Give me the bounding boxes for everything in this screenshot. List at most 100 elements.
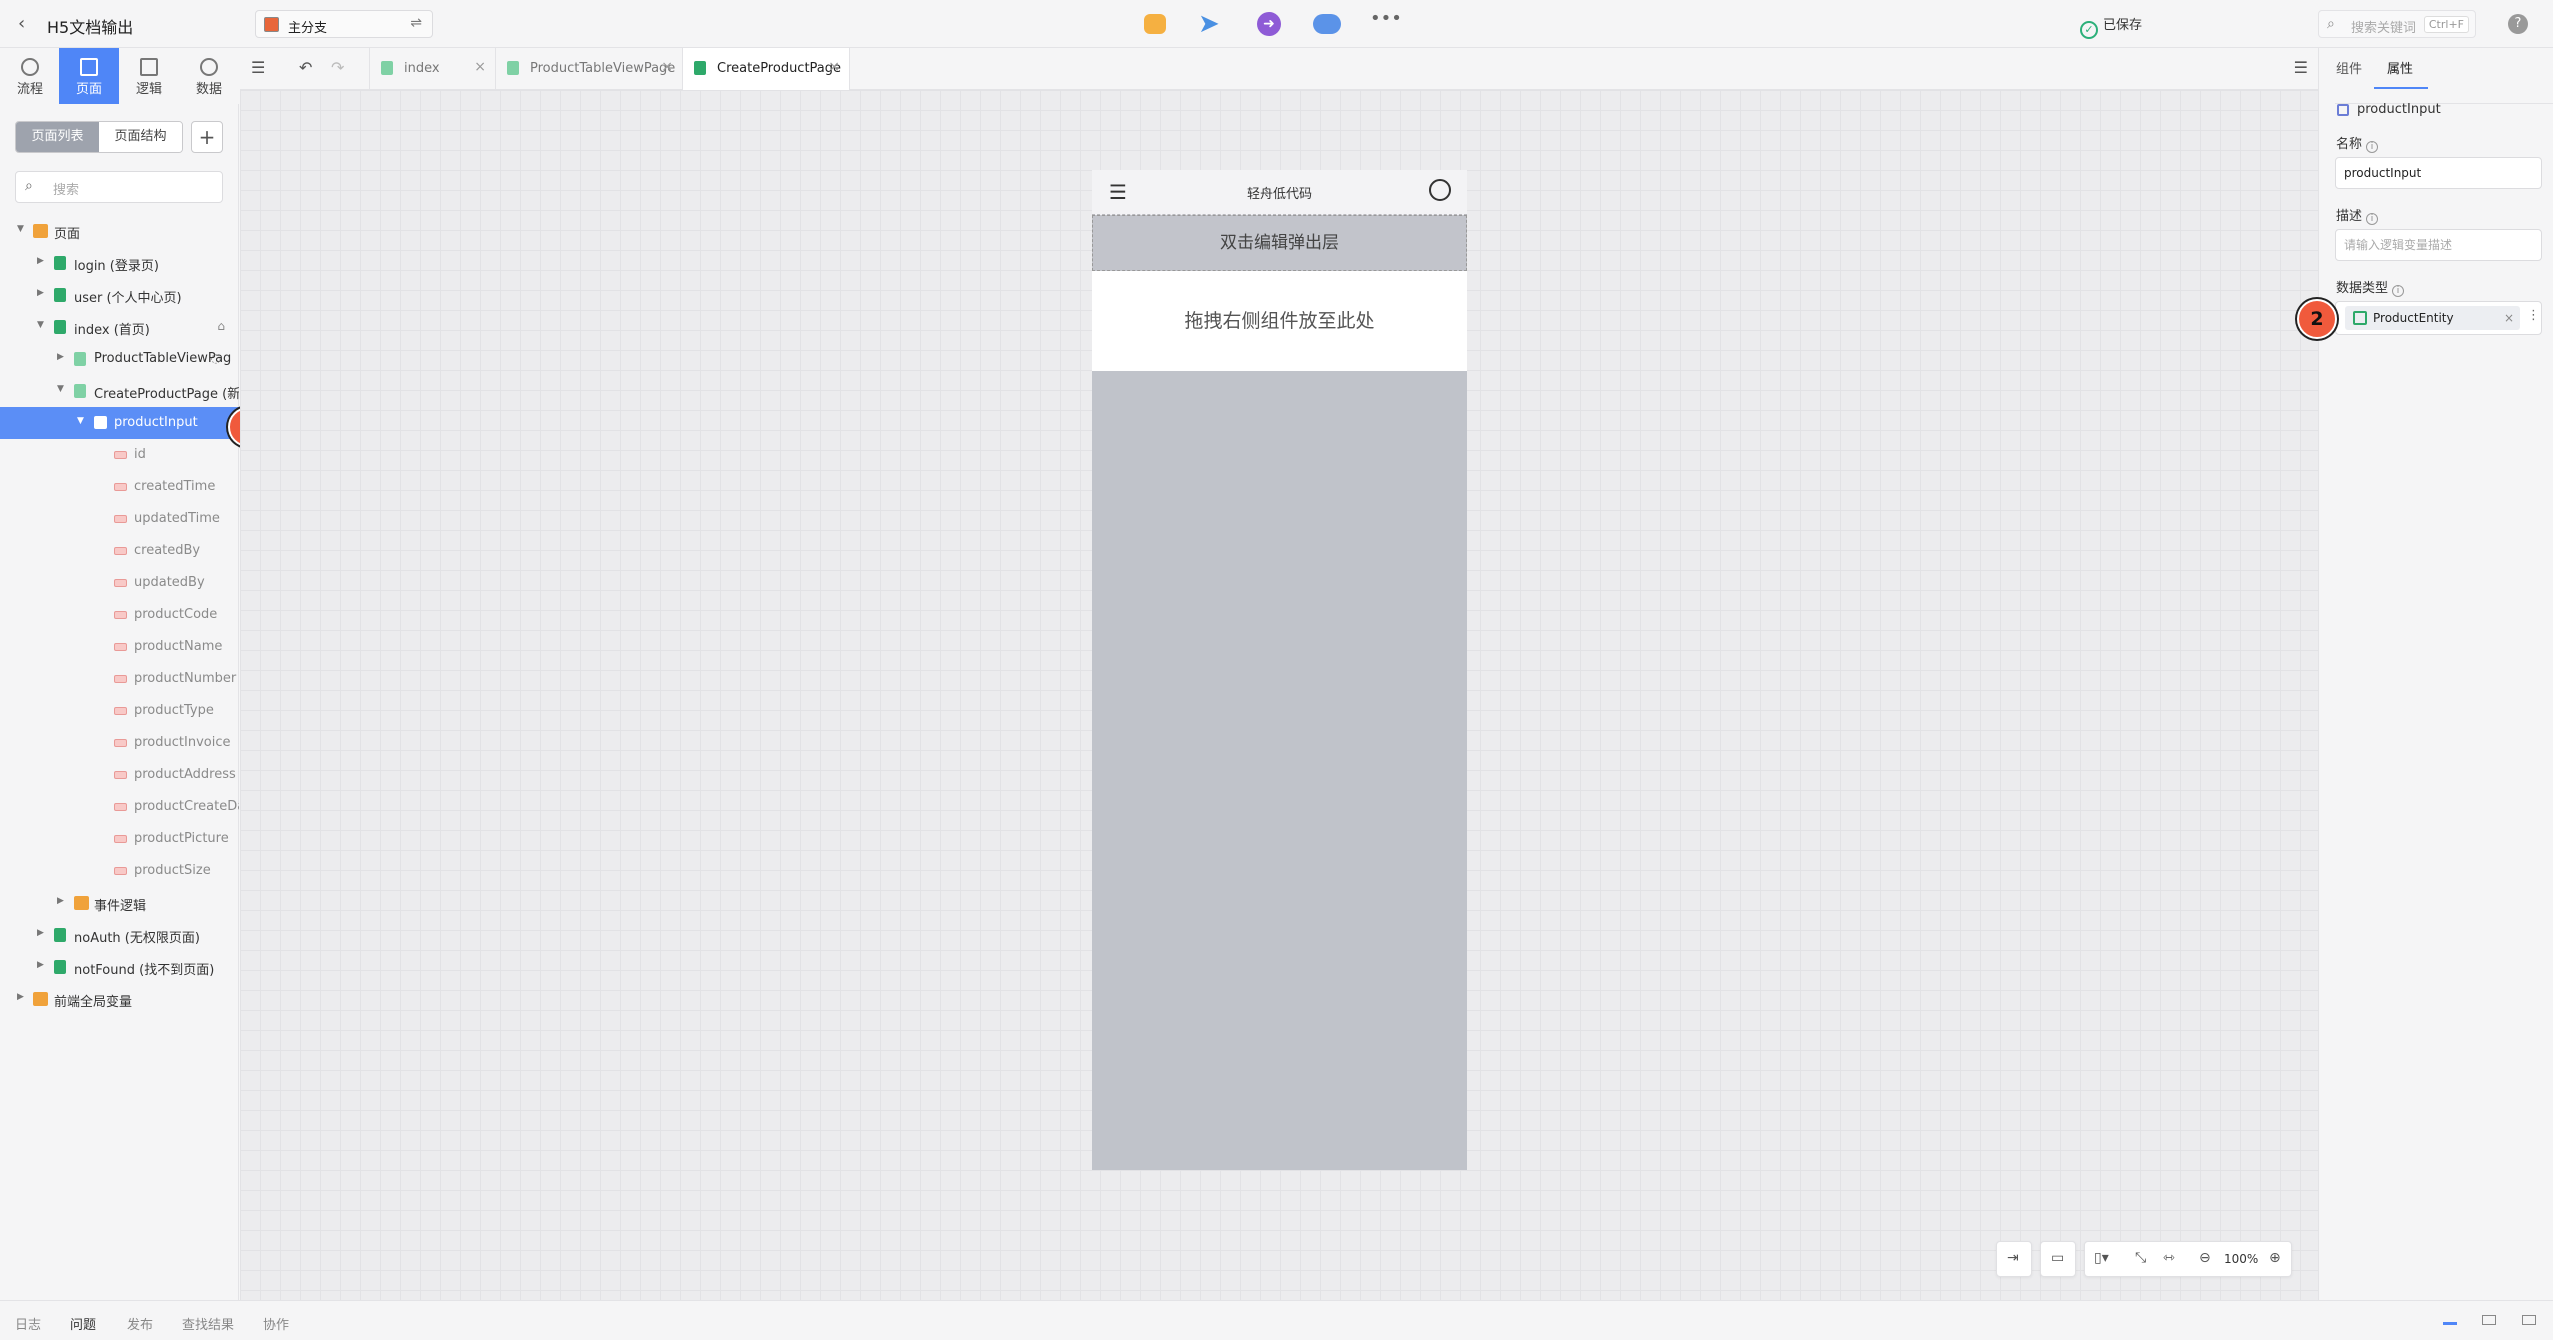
width-icon[interactable]: ⇿: [2163, 1250, 2175, 1266]
tree-search-input[interactable]: ⌕ 搜索: [15, 171, 223, 203]
redo-icon[interactable]: ↷: [331, 58, 344, 77]
tree-item-login[interactable]: ▶ login (登录页): [0, 247, 239, 279]
zoom-out-icon[interactable]: ⊖: [2199, 1250, 2211, 1266]
tree-item-field[interactable]: productNumber: [0, 663, 239, 695]
tree-item-label: login (登录页): [74, 259, 159, 274]
top-bar: ‹ H5文档输出 主分支 ⇌ ➤ ➜ ••• ✓ 已保存 ⌕ 搜索关键词 Ctrl…: [0, 0, 2553, 48]
folder-icon: [33, 992, 48, 1006]
tab-create-product[interactable]: CreateProductPage ×: [683, 48, 850, 90]
switch-icon: ⇌: [410, 15, 422, 31]
folder-icon: [33, 224, 48, 238]
tab-log[interactable]: 日志: [15, 1314, 41, 1333]
cloud-icon[interactable]: [1313, 14, 1341, 34]
tree-item-field[interactable]: productName: [0, 631, 239, 663]
tree-item-no-auth[interactable]: ▶ noAuth (无权限页面): [0, 919, 239, 951]
tree-item-field[interactable]: productPicture: [0, 823, 239, 855]
collapse-left-icon[interactable]: ☰: [251, 58, 265, 77]
description-input[interactable]: 请输入逻辑变量描述: [2335, 229, 2542, 261]
chevron-right-icon: ▶: [37, 928, 44, 938]
global-search[interactable]: ⌕ 搜索关键词 Ctrl+F: [2318, 10, 2476, 38]
help-icon[interactable]: ?: [2508, 14, 2528, 34]
tree-item-not-found[interactable]: ▶ notFound (找不到页面): [0, 951, 239, 983]
tree-item-field[interactable]: productInvoice: [0, 727, 239, 759]
tab-issues[interactable]: 问题: [70, 1314, 96, 1333]
layout-top-icon[interactable]: [2522, 1315, 2536, 1325]
close-icon[interactable]: ×: [828, 59, 840, 75]
logic-icon: [140, 58, 158, 76]
tree-item-label: createdTime: [134, 479, 216, 494]
tree-item-field[interactable]: productSize: [0, 855, 239, 887]
publish-plane-icon[interactable]: ➤: [1198, 11, 1228, 37]
deploy-arrow-icon[interactable]: ➜: [1257, 12, 1281, 36]
user-avatar-icon[interactable]: [1429, 179, 1451, 201]
undo-icon[interactable]: ↶: [299, 58, 312, 77]
tree-item-field[interactable]: updatedBy: [0, 567, 239, 599]
tree-item-field[interactable]: id: [0, 439, 239, 471]
chevron-right-icon: ▶: [37, 960, 44, 970]
tree-item-create-product[interactable]: ▼ CreateProductPage (新增商: [0, 375, 239, 407]
branch-selector[interactable]: 主分支 ⇌: [255, 10, 433, 38]
tab-find-results[interactable]: 查找结果: [182, 1314, 234, 1333]
tab-index[interactable]: index ×: [369, 48, 496, 90]
tree-item-user[interactable]: ▶ user (个人中心页): [0, 279, 239, 311]
page-file-icon: [54, 960, 66, 974]
name-label: 名称 i: [2336, 133, 2379, 153]
tree-item-event-logic[interactable]: ▶ 事件逻辑: [0, 887, 239, 919]
back-arrow-icon[interactable]: ‹: [18, 14, 38, 34]
tree-item-field[interactable]: productType: [0, 695, 239, 727]
tab-logic[interactable]: 逻辑: [119, 48, 179, 104]
tab-pages[interactable]: 页面: [59, 48, 119, 104]
preview-icon[interactable]: [1144, 14, 1166, 34]
tree-item-field[interactable]: createdTime: [0, 471, 239, 503]
tab-publish[interactable]: 发布: [127, 1314, 153, 1333]
data-type-chip[interactable]: ProductEntity ×: [2345, 306, 2520, 330]
phone-frame-icon[interactable]: ▯▾: [2094, 1250, 2109, 1266]
page-list-toggle[interactable]: 页面列表: [16, 122, 99, 152]
search-shortcut: Ctrl+F: [2423, 16, 2469, 33]
tree-item-field[interactable]: createdBy: [0, 535, 239, 567]
phone-navbar: ☰ 轻舟低代码: [1092, 170, 1467, 215]
tree-item-product-table[interactable]: ▶ ProductTableViewPag ◌: [0, 343, 239, 375]
chevron-right-icon: ▶: [17, 992, 24, 1002]
tab-data[interactable]: 数据: [179, 48, 239, 104]
tree-item-pages[interactable]: ▼ 页面: [0, 215, 239, 247]
drop-zone[interactable]: 拖拽右侧组件放至此处: [1092, 271, 1467, 371]
tab-components[interactable]: 组件: [2336, 58, 2362, 77]
exit-preview-button[interactable]: ⇥: [1996, 1241, 2032, 1277]
chevron-down-icon: ▼: [57, 384, 64, 394]
data-type-label: 数据类型 i: [2336, 277, 2405, 297]
chevron-down-icon: ▼: [17, 224, 24, 234]
tree-item-label: productSize: [134, 863, 211, 878]
name-input[interactable]: productInput: [2335, 157, 2542, 189]
close-icon[interactable]: ×: [474, 59, 486, 75]
popup-layer[interactable]: 双击编辑弹出层: [1092, 215, 1467, 271]
tree-item-field[interactable]: productCode: [0, 599, 239, 631]
design-canvas: ☰ 轻舟低代码 双击编辑弹出层 拖拽右侧组件放至此处 ⇥ ▭ ▯▾ ⤡ ⇿ ⊖ …: [240, 90, 2318, 1300]
fit-screen-icon[interactable]: ⤡: [2135, 1250, 2146, 1266]
kebab-menu-icon[interactable]: ⋮: [2527, 308, 2540, 323]
tab-flow[interactable]: 流程: [0, 48, 60, 104]
collapse-right-icon[interactable]: ☰: [2294, 58, 2308, 77]
zoom-in-icon[interactable]: ⊕: [2269, 1250, 2281, 1266]
layout-bottom-icon[interactable]: [2443, 1315, 2457, 1325]
tree-item-label: CreateProductPage (新增商: [94, 387, 239, 402]
tree-item-global-vars[interactable]: ▶ 前端全局变量: [0, 983, 239, 1015]
tree-item-field[interactable]: productAddress: [0, 759, 239, 791]
tree-item-product-input[interactable]: ▼ productInput: [0, 407, 239, 439]
add-page-button[interactable]: +: [191, 121, 223, 153]
field-icon: [114, 771, 127, 779]
device-switch-button[interactable]: ▭: [2040, 1241, 2076, 1277]
more-icon[interactable]: •••: [1370, 10, 1402, 32]
page-structure-toggle[interactable]: 页面结构: [99, 122, 182, 152]
tab-product-table-view[interactable]: ProductTableViewPage ×: [496, 48, 683, 90]
tree-item-field[interactable]: updatedTime: [0, 503, 239, 535]
tree-item-index[interactable]: ▼ index (首页) ⌂: [0, 311, 239, 343]
close-icon[interactable]: ×: [661, 59, 673, 75]
tab-label: index: [404, 61, 440, 76]
tree-item-field[interactable]: productCreateDate: [0, 791, 239, 823]
pie-chart-icon: [200, 58, 218, 76]
tab-collab[interactable]: 协作: [263, 1314, 289, 1333]
layout-split-icon[interactable]: [2482, 1315, 2496, 1325]
tab-properties[interactable]: 属性: [2387, 58, 2413, 77]
remove-icon[interactable]: ×: [2504, 306, 2514, 330]
